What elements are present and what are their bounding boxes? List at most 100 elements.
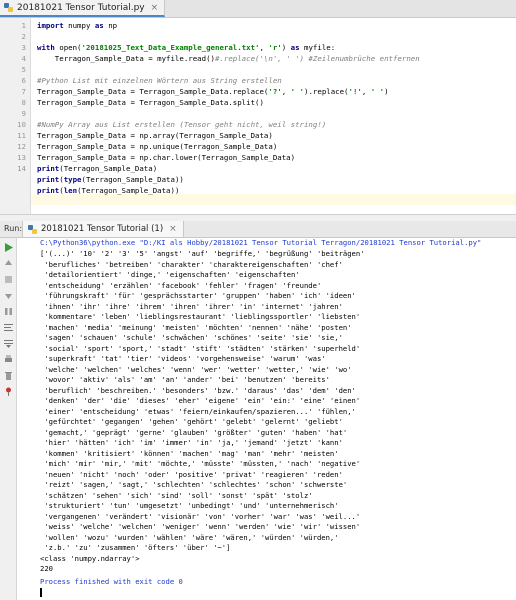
console-output-line: 'gefürchtet' 'gegangen' 'gehen' 'gehört'… <box>40 417 343 426</box>
code-line: Terragon_Sample_Data = Terragon_Sample_D… <box>37 86 389 97</box>
code-line: Terragon_Sample_Data = np.char.lower(Ter… <box>37 152 295 163</box>
line-number-gutter: 1 2 3 4 5 6 7 8 9 10 11 12 13 14 <box>0 18 31 214</box>
console-output-line: 'strukturiert' 'tun' 'umgesetzt' 'unbedi… <box>40 501 339 510</box>
console-command-line: C:\Python36\python.exe "D:/KI als Hobby/… <box>40 238 482 247</box>
code-token: ).replace( <box>304 87 349 96</box>
pause-icon[interactable] <box>3 306 13 316</box>
console-output-line: 'beruflich' 'beschreiben.' 'besonders' '… <box>40 385 356 395</box>
code-token: '!' <box>348 87 362 96</box>
code-token: ) <box>281 43 291 52</box>
line-number: 10 <box>17 120 26 129</box>
console-exit-message: Process finished with exit code 0 <box>40 577 183 586</box>
console-output-line: 'kommentare' 'leben' 'lieblingsrestauran… <box>40 312 361 321</box>
run-tab-label: 20181021 Tensor Tutorial (1) <box>41 224 164 234</box>
console-output-line: 'sagen' 'schauen' 'schule' 'schwächen' '… <box>40 333 343 342</box>
editor-tab-label: 20181021 Tensor Tutorial.py <box>17 2 145 13</box>
code-token: (Terragon_Sample_Data) <box>59 164 158 173</box>
code-token: print <box>37 175 60 184</box>
code-token: as <box>94 21 104 30</box>
soft-wrap-icon[interactable] <box>3 322 13 332</box>
line-number: 3 <box>21 43 26 52</box>
code-line: print(len(Terragon_Sample_Data)) <box>37 185 179 196</box>
code-token: #NumPy Array aus List erstellen (Tensor … <box>37 120 327 129</box>
code-token: (Terragon_Sample_Data)) <box>81 175 184 184</box>
console-output-line: 'reizt' 'sagen,' 'sagt,' 'schlechten' 's… <box>40 480 348 489</box>
code-token: Terragon_Sample_Data = np.char.lower(Ter… <box>37 153 296 162</box>
pin-icon[interactable] <box>3 386 13 396</box>
console-output-line: 'führungskraft' 'für' 'gesprächsstarter'… <box>40 291 356 300</box>
code-line: with open('20181025_Text_Data_Example_ge… <box>37 42 335 53</box>
rerun-icon[interactable] <box>3 242 13 252</box>
code-token: numpy <box>63 21 95 30</box>
code-token: as <box>290 43 300 52</box>
run-panel-header: Run: 20181021 Tensor Tutorial (1) × <box>0 221 516 238</box>
console-output-line: 'detailorientiert' 'dinge,' 'eigenschaft… <box>40 270 300 279</box>
close-icon[interactable]: × <box>151 3 159 13</box>
code-token: Terragon_Sample_Data = np.array(Terragon… <box>37 131 273 140</box>
console-output-line: 'hier' 'hätten' 'ich' 'im' 'immer' 'in' … <box>40 438 343 447</box>
console-output-line: 'neuen' 'nicht' 'noch' 'oder' 'positive'… <box>40 469 343 479</box>
code-token: ' ' <box>370 87 385 96</box>
console-output-line: 'kommen' 'kritisiert' 'können' 'machen' … <box>40 448 339 458</box>
console-output-line: 'einer' 'entscheidung' 'etwas' 'feiern/e… <box>40 406 356 416</box>
code-token: ' ' <box>290 87 305 96</box>
console-output-line: 'z.b.' 'zu' 'zusammen' 'öfters' 'über' '… <box>40 543 231 552</box>
code-line: #NumPy Array aus List erstellen (Tensor … <box>37 119 326 130</box>
console-output-line: 'machen' 'media' 'meinung' 'meisten' 'mö… <box>40 322 352 332</box>
code-token: #Python List mit einzelnen Wörtern aus S… <box>37 76 282 85</box>
print-icon[interactable] <box>3 354 13 364</box>
line-number: 9 <box>21 109 26 118</box>
console-output-line: 'vergangenen' 'verändert' 'visionär' 'vo… <box>40 511 361 521</box>
trash-icon[interactable] <box>3 370 13 380</box>
code-line: Terragon_Sample_Data = np.array(Terragon… <box>37 130 273 141</box>
run-label: Run: <box>4 224 23 233</box>
code-token: '20181025_Text_Data_Example_general.txt' <box>81 43 260 52</box>
console-output-line: 'welche' 'welchen' 'welches' 'wenn' 'wer… <box>40 364 352 374</box>
python-file-icon <box>3 2 14 13</box>
code-area[interactable]: import numpy as np with open('20181025_Te… <box>37 18 516 214</box>
code-token: Terragon_Sample_Data = np.unique(Terrago… <box>37 142 278 151</box>
code-token: np <box>103 21 118 30</box>
code-line: Terragon_Sample_Data = np.unique(Terrago… <box>37 141 277 152</box>
code-line: print(Terragon_Sample_Data) <box>37 163 157 174</box>
console-output-line: 'gemacht,' 'geprägt' 'gerne' 'glauben' '… <box>40 427 348 437</box>
console-output-line: 'wovor' 'aktiv' 'als' 'am' 'an' 'ander' … <box>40 375 330 384</box>
code-line: Terragon_Sample_Data = myfile.read()#.re… <box>37 53 420 64</box>
console-output-line: 'ihnen' 'ihr' 'ihre' 'ihrem' 'ihren' 'ih… <box>40 301 343 311</box>
line-number: 14 <box>17 164 26 173</box>
code-token: import <box>37 21 64 30</box>
code-token: (Terragon_Sample_Data)) <box>77 186 180 195</box>
code-line: #Python List mit einzelnen Wörtern aus S… <box>37 75 282 86</box>
stop-icon[interactable] <box>3 274 13 284</box>
arrow-down-icon[interactable] <box>3 290 13 300</box>
line-number: 12 <box>17 142 26 151</box>
line-number: 13 <box>17 153 26 162</box>
code-token: '?' <box>268 87 282 96</box>
console-output[interactable]: C:\Python36\python.exe "D:/KI als Hobby/… <box>17 238 516 600</box>
text-cursor <box>40 588 42 597</box>
console-output-line: 'weiss' 'welche' 'welchen' 'weniger' 'we… <box>40 522 361 531</box>
close-icon[interactable]: × <box>169 224 177 234</box>
console-output-line: 'denken' 'der' 'die' 'dieses' 'eher' 'ei… <box>40 396 361 405</box>
code-token: Terragon_Sample_Data = myfile.read() <box>37 54 215 63</box>
code-token: Terragon_Sample_Data = Terragon_Sample_D… <box>37 98 264 107</box>
scroll-to-end-icon[interactable] <box>3 338 13 348</box>
console-output-line: ['(...)' '10' '2' '3' '5' 'angst' 'auf' … <box>40 249 365 258</box>
code-token: #.replace('\n', ' ') #Zeilenumbrüche ent… <box>214 54 420 63</box>
line-number: 4 <box>21 54 26 63</box>
console-output-line: 'berufliches' 'betreiben' 'charakter' 'c… <box>40 259 343 269</box>
code-editor[interactable]: 1 2 3 4 5 6 7 8 9 10 11 12 13 14 import numpy as np wi… <box>0 18 516 214</box>
python-run-icon <box>27 224 38 235</box>
code-token: with <box>37 43 55 52</box>
console-output-line: 'superkraft' 'tat' 'tier' 'videos' 'vorg… <box>40 354 326 363</box>
console-output-line: 'schätzen' 'sehen' 'sich' 'sind' 'soll' … <box>40 490 313 500</box>
code-token: print <box>37 186 60 195</box>
console-output-line: <class 'numpy.ndarray'> <box>40 553 140 563</box>
console-output-line: 'entscheidung' 'erzählen' 'facebook' 'fe… <box>40 280 322 290</box>
arrow-up-icon[interactable] <box>3 258 13 268</box>
code-token: 'r' <box>268 43 282 52</box>
code-token: Terragon_Sample_Data = Terragon_Sample_D… <box>37 87 269 96</box>
run-tab[interactable]: 20181021 Tensor Tutorial (1) × <box>22 221 184 237</box>
line-number: 1 <box>21 21 26 30</box>
editor-tab[interactable]: 20181021 Tensor Tutorial.py × <box>0 0 166 17</box>
